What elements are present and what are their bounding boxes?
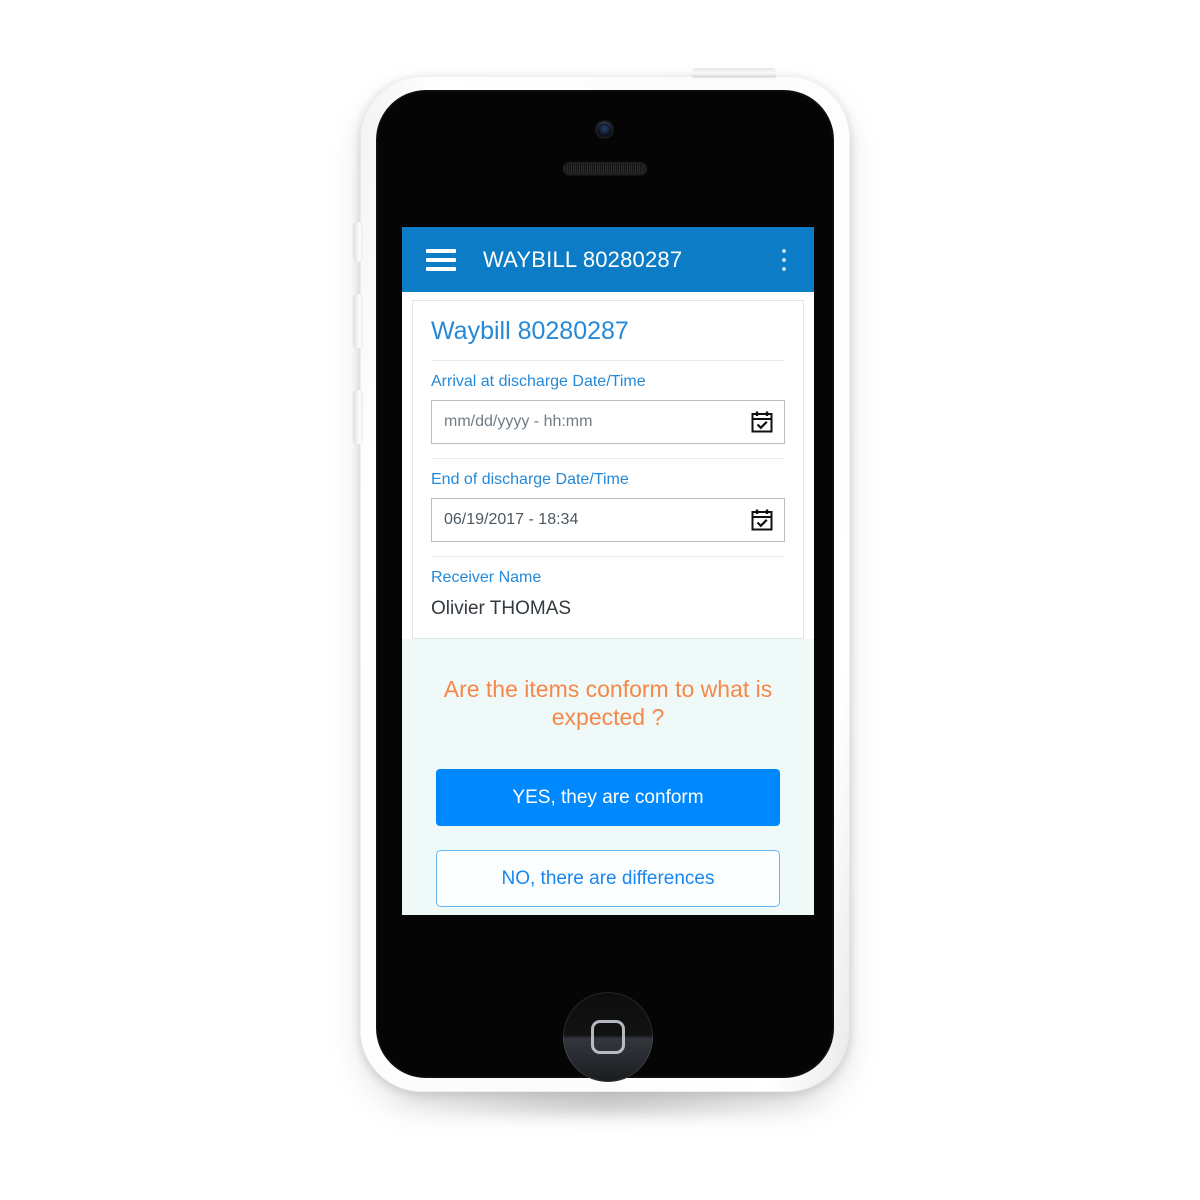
calendar-check-icon[interactable]	[750, 410, 774, 434]
divider	[431, 556, 785, 557]
yes-conform-button[interactable]: YES, they are conform	[436, 769, 780, 827]
receiver-name-value: Olivier THOMAS	[431, 598, 572, 619]
end-discharge-datetime-input[interactable]: 06/19/2017 - 18:34	[431, 498, 785, 542]
volume-up-button[interactable]	[354, 294, 363, 348]
field-arrival-at-discharge: Arrival at discharge Date/Time mm/dd/yyy…	[431, 373, 785, 444]
field-end-of-discharge: End of discharge Date/Time 06/19/2017 - …	[431, 471, 785, 542]
receiver-name-label: Receiver Name	[431, 569, 542, 586]
app-viewport: WAYBILL 80280287 Waybill 80280287 Arriva…	[402, 227, 814, 915]
end-discharge-datetime-value: 06/19/2017 - 18:34	[444, 511, 579, 528]
front-camera-icon	[597, 122, 612, 137]
page-title: Waybill 80280287	[431, 317, 629, 345]
divider	[431, 360, 785, 361]
divider	[431, 458, 785, 459]
screenshot-stage: WAYBILL 80280287 Waybill 80280287 Arriva…	[0, 0, 1200, 1200]
more-vertical-icon[interactable]	[773, 248, 795, 271]
power-button[interactable]	[692, 68, 776, 77]
earpiece-speaker	[563, 162, 647, 175]
mute-switch[interactable]	[354, 222, 363, 262]
field-label: Arrival at discharge Date/Time	[431, 373, 646, 390]
app-bar: WAYBILL 80280287	[402, 227, 814, 292]
no-differences-button[interactable]: NO, there are differences	[436, 850, 780, 908]
volume-down-button[interactable]	[354, 390, 363, 444]
calendar-check-icon[interactable]	[750, 508, 774, 532]
arrival-datetime-placeholder: mm/dd/yyyy - hh:mm	[444, 413, 593, 430]
home-button[interactable]	[563, 992, 653, 1082]
conformity-question: Are the items conform to what is expecte…	[443, 676, 773, 731]
arrival-datetime-input[interactable]: mm/dd/yyyy - hh:mm	[431, 400, 785, 444]
waybill-details-card: Waybill 80280287 Arrival at discharge Da…	[412, 300, 804, 639]
field-label: End of discharge Date/Time	[431, 471, 629, 488]
field-receiver-name: Receiver Name Olivier THOMAS	[431, 569, 785, 620]
home-square-icon	[591, 1020, 625, 1054]
hamburger-menu-icon[interactable]	[426, 248, 456, 271]
conformity-section: Are the items conform to what is expecte…	[402, 639, 814, 915]
app-bar-title: WAYBILL 80280287	[483, 246, 683, 272]
